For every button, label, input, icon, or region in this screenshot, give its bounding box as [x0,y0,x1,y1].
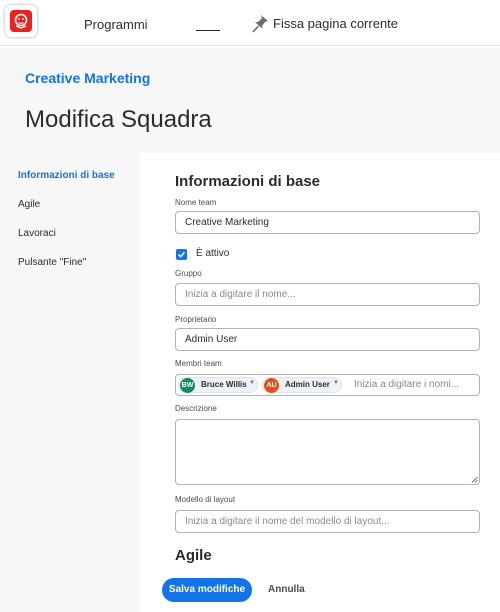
description-field[interactable] [175,419,480,485]
sidebar-item-work-on[interactable]: Lavoraci [18,228,56,239]
pin-icon[interactable] [252,14,270,34]
owner-field[interactable]: Admin User [175,328,480,351]
team-members-field[interactable]: BW Bruce Willis ▼ AU Admin User ▼ Inizia… [175,374,480,396]
resize-handle-icon[interactable] [471,476,478,483]
top-bar: Programmi Fissa pagina corrente [0,0,500,46]
edit-team-form: Informazioni di base Nome team Creative … [140,153,500,612]
member-name: Admin User [285,380,330,389]
page-title: Modifica Squadra [25,106,212,133]
team-name-field[interactable]: Creative Marketing [175,211,480,234]
group-label: Gruppo [175,269,202,278]
sidebar-nav: Informazioni di base Agile Lavoraci Puls… [0,153,140,612]
sidebar-item-basic-info[interactable]: Informazioni di base [18,170,115,181]
cancel-button[interactable]: Annulla [268,584,305,595]
sidebar-item-agile[interactable]: Agile [18,199,40,210]
pin-page-link[interactable]: Fissa pagina corrente [273,16,398,31]
owner-label: Proprietario [175,315,217,324]
active-checkbox-label[interactable]: È attivo [196,248,229,259]
app-logo-icon[interactable] [5,5,37,37]
programs-menu[interactable]: Programmi [84,17,148,32]
member-chip[interactable]: AU Admin User ▼ [262,377,342,393]
layout-template-field[interactable]: Inizia a digitare il nome del modello di… [175,510,480,533]
active-checkbox[interactable] [176,249,187,260]
avatar: AU [264,378,279,393]
section-title-basic-info: Informazioni di base [175,173,321,190]
sidebar-item-done-button[interactable]: Pulsante "Fine" [18,257,86,268]
breadcrumb[interactable]: Creative Marketing [25,70,150,86]
checkmark-icon [177,251,186,258]
page-header: Creative Marketing Modifica Squadra [0,47,500,153]
group-field[interactable]: Inizia a digitare il nome... [175,283,480,306]
menu-divider [196,30,220,31]
member-chip[interactable]: BW Bruce Willis ▼ [178,377,258,393]
layout-template-label: Modello di layout [175,495,236,504]
form-footer: Salva modifiche Annulla [140,568,500,612]
member-name: Bruce Willis [201,380,247,389]
chevron-down-icon[interactable]: ▼ [249,380,255,386]
team-members-label: Membri team [175,359,222,368]
lion-icon [14,13,28,29]
avatar: BW [180,378,195,393]
description-label: Descrizione [175,404,217,413]
save-button[interactable]: Salva modifiche [162,578,252,602]
section-title-agile: Agile [175,547,212,564]
team-name-label: Nome team [175,198,217,207]
chevron-down-icon[interactable]: ▼ [333,380,339,386]
team-members-input[interactable]: Inizia a digitare i nomi... [354,379,459,390]
